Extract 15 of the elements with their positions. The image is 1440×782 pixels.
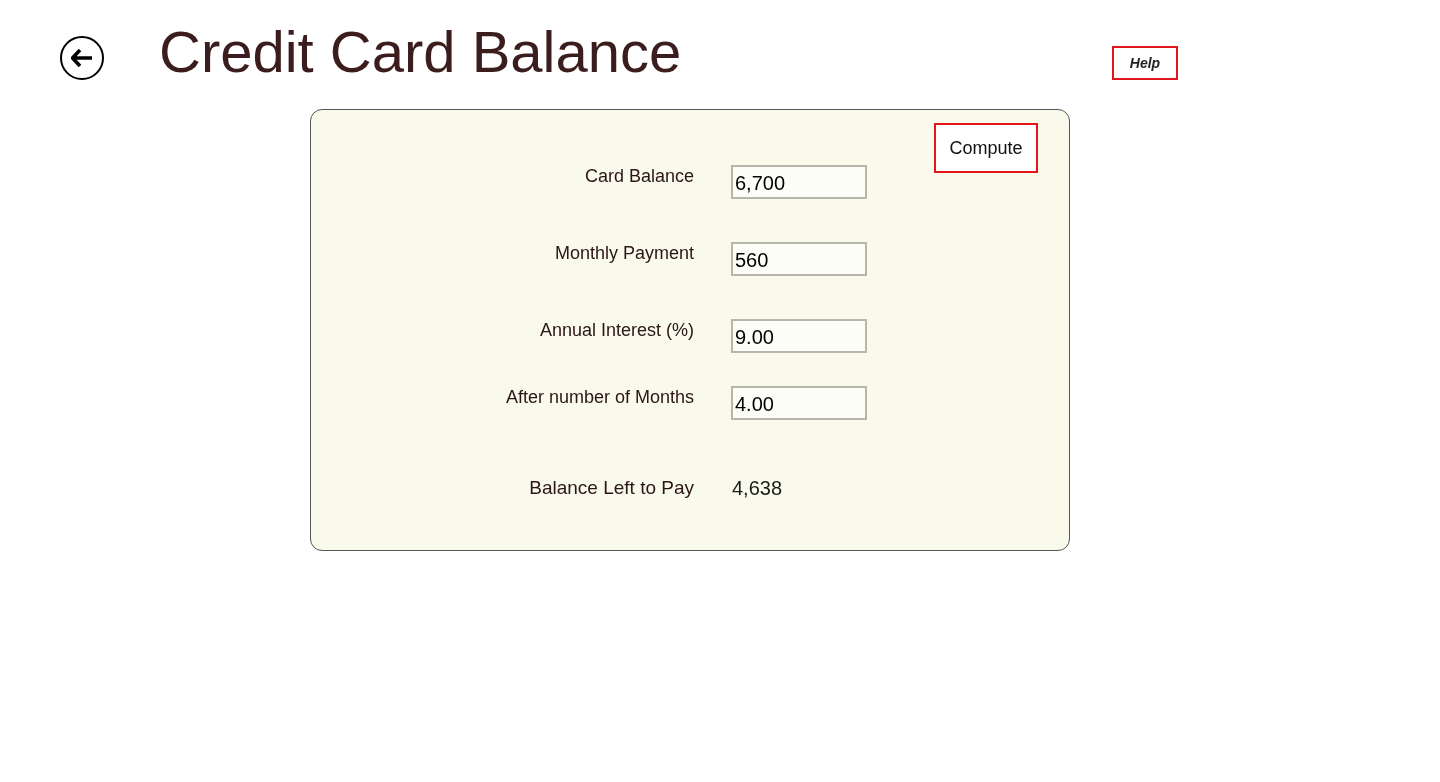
field-label: Annual Interest (%) <box>539 319 694 341</box>
input-field[interactable]: 6,700 <box>731 165 867 199</box>
input-field[interactable]: 9.00 <box>731 319 867 353</box>
field-label: After number of Months <box>505 386 694 408</box>
help-button[interactable]: Help <box>1112 46 1178 80</box>
input-field[interactable]: 560 <box>731 242 867 276</box>
input-field[interactable]: 4.00 <box>731 386 867 420</box>
back-arrow-icon <box>70 49 93 67</box>
field-label: Monthly Payment <box>554 242 694 264</box>
page-title: Credit Card Balance <box>159 20 682 84</box>
result-label: Balance Left to Pay <box>529 476 694 500</box>
result-value: 4,638 <box>732 476 783 500</box>
back-button[interactable] <box>60 36 104 80</box>
field-label: Card Balance <box>584 165 694 187</box>
compute-button[interactable]: Compute <box>934 123 1038 173</box>
